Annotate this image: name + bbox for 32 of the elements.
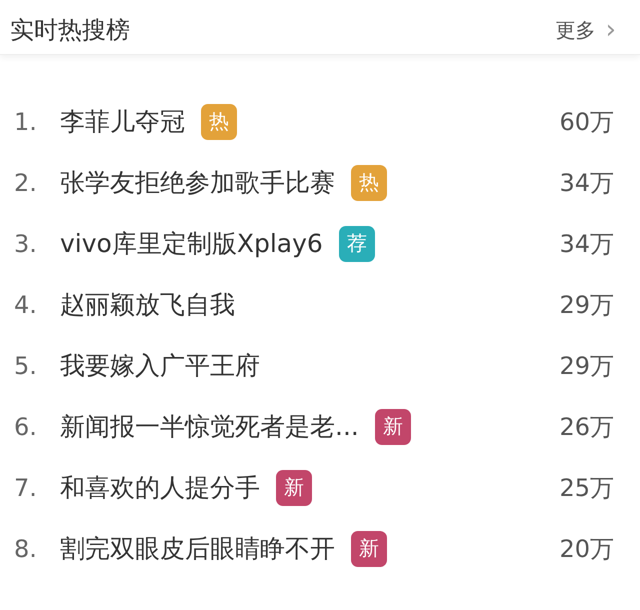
search-count: 34万 [559,228,614,260]
topic-tag: 热 [351,164,387,200]
topic-link[interactable]: 李菲儿夺冠 [60,105,185,138]
list-title: 实时热搜榜 [10,15,130,46]
topic-link[interactable]: 张学友拒绝参加歌手比赛 [60,166,335,199]
topic-link[interactable]: 和喜欢的人提分手 [60,471,260,504]
topic-tag: 新 [374,408,411,444]
topic-link[interactable]: 割完双眼皮后眼睛睁不开 [60,532,335,565]
topic-link[interactable]: 我要嫁入广平王府 [60,349,260,382]
rank-number: 2. [14,168,38,196]
search-count: 29万 [559,350,614,382]
rank-number: 4. [14,290,38,318]
topic-tag: 荐 [338,226,375,262]
topic-link[interactable]: 新闻报一半惊觉死者是老... [60,410,359,443]
search-count: 34万 [559,168,614,198]
search-count: 29万 [559,290,614,320]
rank-number: 6. [14,412,38,440]
rank-number: 7. [14,474,38,502]
search-count: 25万 [559,472,614,504]
topic-tag: 热 [201,104,237,140]
search-count: 60万 [559,106,614,138]
topic-link[interactable]: vivo库里定制版Xplay6 [60,227,323,260]
topic-link[interactable]: 赵丽颖放飞自我 [60,288,235,321]
rank-number: 1. [14,108,38,136]
search-count: 20万 [559,534,614,564]
more-link[interactable]: 更多 › [556,15,616,45]
rank-number: 8. [14,534,38,562]
topic-tag: 新 [351,530,387,566]
topic-tag: 新 [276,470,312,506]
search-count: 26万 [559,412,614,442]
rank-number: 3. [14,230,38,258]
rank-number: 5. [14,352,38,380]
